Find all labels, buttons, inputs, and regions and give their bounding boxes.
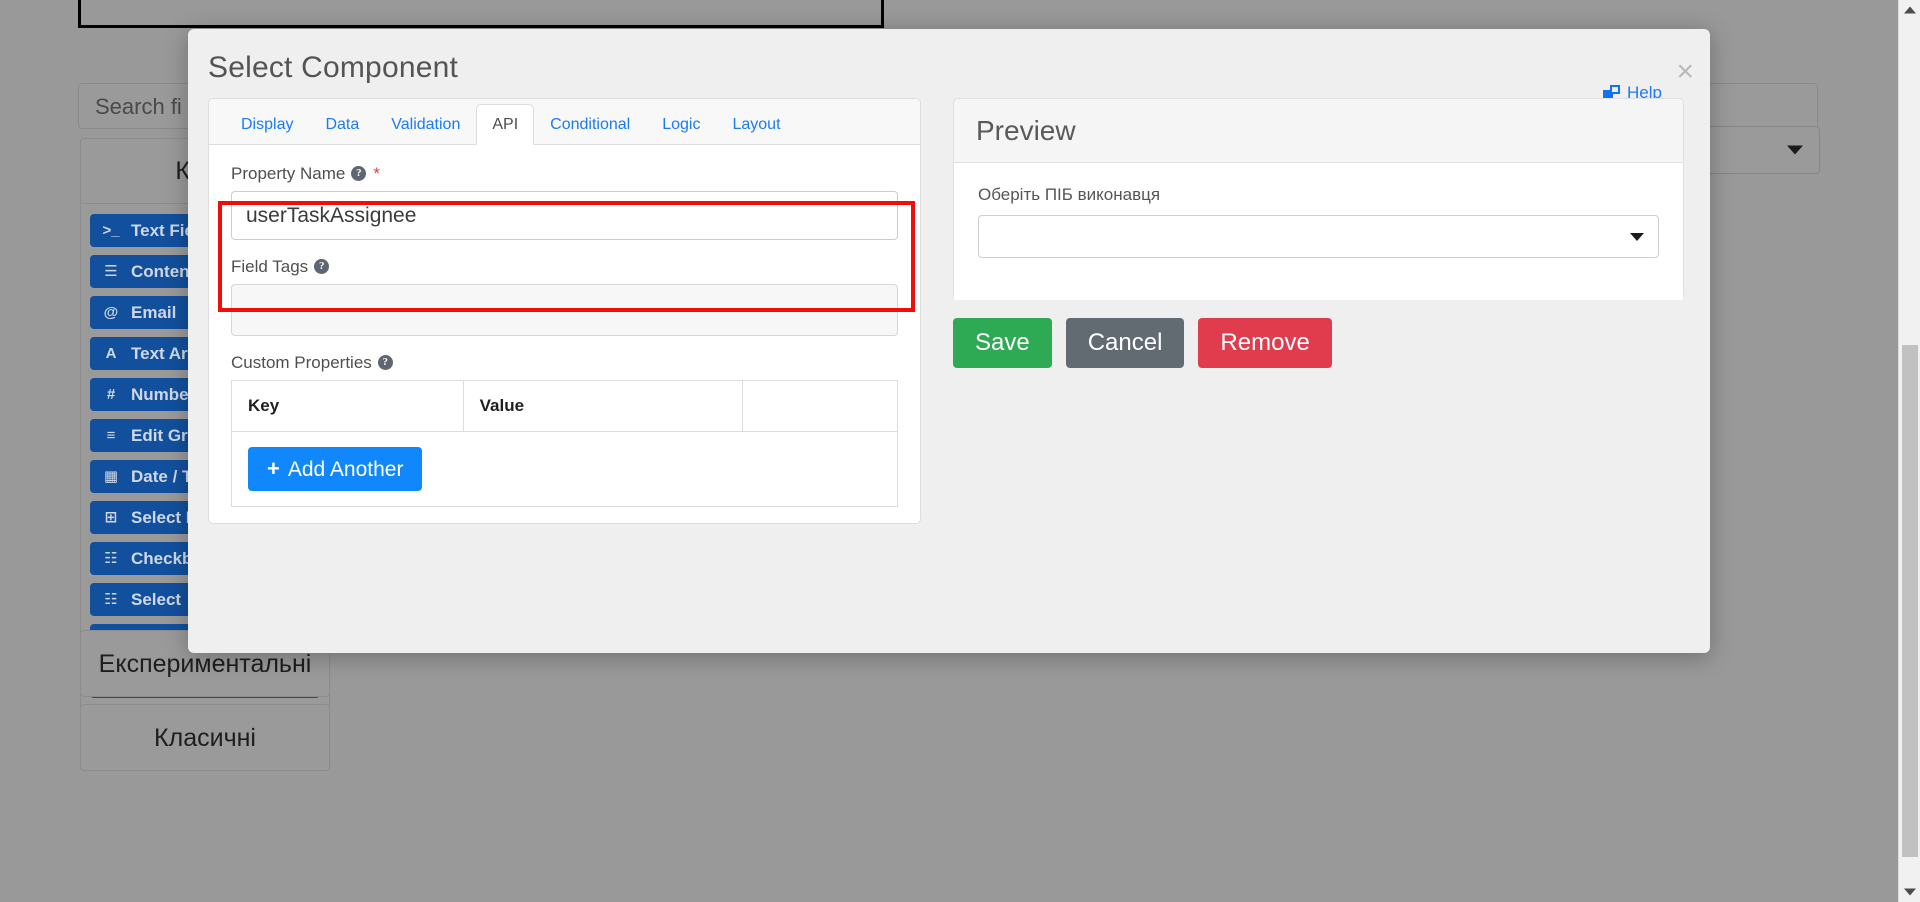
field-tags-input[interactable] [231,284,898,336]
dialog-actions: Save Cancel Remove [953,318,1332,368]
preview-panel: Preview Оберіть ПІБ виконавця [953,98,1684,300]
content-icon: ☰ [104,263,118,280]
terminal-icon: >_ [102,222,120,239]
letter-a-icon: A [105,345,117,362]
calendar-icon: ▦ [103,468,119,485]
property-name-input[interactable] [231,191,898,240]
preview-select-input[interactable] [978,215,1659,258]
column-header-value: Value [463,380,744,432]
save-button[interactable]: Save [953,318,1052,368]
custom-properties-group: Custom Properties ? Key Value + Add Anot… [231,354,898,507]
tab-layout[interactable]: Layout [716,104,796,145]
tab-validation[interactable]: Validation [375,104,476,145]
tab-api[interactable]: API [476,103,535,145]
column-header-actions [742,380,898,432]
list-icon: ☷ [104,591,118,608]
add-another-label: Add Another [287,457,404,481]
chevron-down-icon [1787,145,1803,155]
palette-component-label: Select [131,589,182,609]
help-tooltip-icon[interactable]: ? [377,355,393,370]
grid-icon: ≡ [106,427,116,444]
settings-tabs: Display Data Validation API Conditional Logic… [209,99,920,145]
property-name-group: Property Name ? * [231,165,898,240]
preview-field-label: Оберіть ПІБ виконавця [978,185,1161,204]
preview-body: Оберіть ПІБ виконавця [954,163,1683,300]
palette-component-label: Date / Ti [131,466,197,486]
at-icon: @ [103,304,119,321]
api-tab-panel: Property Name ? * Field Tags ? Custom Pr… [209,145,920,507]
field-tags-label: Field Tags [231,257,309,276]
table-footer-row: + Add Another [232,432,898,507]
custom-properties-table: Key Value + Add Another [231,380,898,507]
scrollbar-up-arrow[interactable] [1899,0,1920,20]
palette-component-label: Number [131,384,196,404]
preview-title: Preview [954,99,1683,163]
hash-icon: # [106,386,116,403]
remove-button[interactable]: Remove [1198,318,1332,368]
field-tags-label-row: Field Tags ? [231,258,898,275]
property-name-label-row: Property Name ? * [231,165,898,182]
tab-display[interactable]: Display [225,104,309,145]
custom-properties-label-row: Custom Properties ? [231,354,898,371]
dialog-title: Select Component [208,51,459,84]
palette-component-label: Email [131,302,177,322]
plus-icon: + [267,456,280,481]
help-tooltip-icon[interactable]: ? [351,166,367,181]
tab-data[interactable]: Data [309,104,375,145]
custom-properties-label: Custom Properties [231,353,372,372]
list-icon: ☷ [104,550,118,567]
column-header-key: Key [231,380,464,432]
plus-box-icon: ⊞ [104,509,118,526]
palette-component-label: Content [131,261,196,281]
scrollbar-down-arrow[interactable] [1899,882,1920,902]
field-tags-group: Field Tags ? [231,258,898,336]
add-another-button[interactable]: + Add Another [248,447,423,491]
chevron-down-icon [1630,232,1644,241]
required-marker: * [373,164,380,183]
property-name-label: Property Name [231,164,346,183]
tab-logic[interactable]: Logic [646,104,716,145]
page-scrollbar[interactable] [1898,0,1920,902]
table-header-row: Key Value [231,380,898,432]
select-component-dialog: Select Component × Help Display Data Valid… [188,29,1710,653]
cancel-button[interactable]: Cancel [1065,318,1185,368]
scrollbar-thumb[interactable] [1902,345,1918,857]
component-settings-panel: Display Data Validation API Conditional Logic… [208,98,921,524]
add-another-cell: + Add Another [232,432,898,507]
tab-conditional[interactable]: Conditional [534,104,646,145]
palette-section-classic[interactable]: Класичні [80,704,330,771]
close-icon[interactable]: × [1676,57,1694,87]
background-top-box [78,0,884,28]
help-tooltip-icon[interactable]: ? [314,259,330,274]
